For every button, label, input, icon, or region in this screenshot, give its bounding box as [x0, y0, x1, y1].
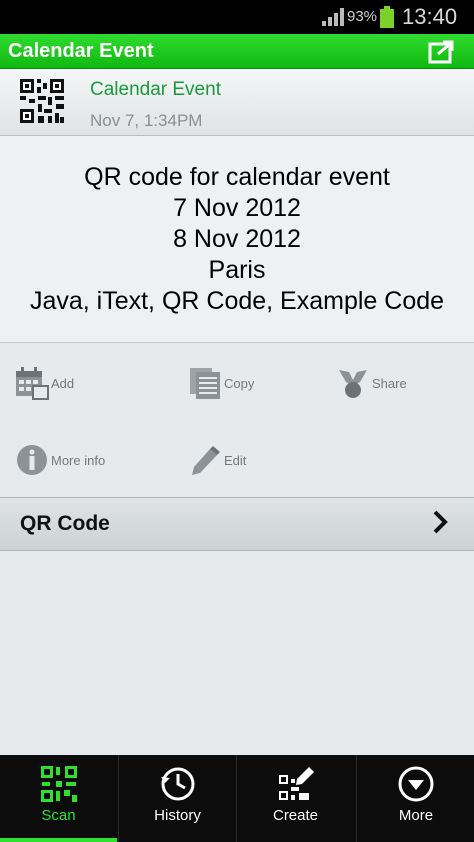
event-content: QR code for calendar event 7 Nov 2012 8 …	[0, 136, 474, 343]
nav-history[interactable]: History	[118, 755, 236, 842]
nav-scan[interactable]: Scan	[0, 755, 117, 842]
event-line: 7 Nov 2012	[173, 194, 301, 222]
event-line: Paris	[208, 256, 266, 284]
status-bar: 93% 13:40	[0, 0, 474, 34]
event-timestamp: Nov 7, 1:34PM	[90, 111, 203, 130]
qr-code-icon	[20, 79, 64, 123]
bottom-nav: Scan History Create More	[0, 755, 474, 842]
history-clock-icon	[161, 767, 195, 801]
share-icon	[339, 370, 367, 398]
clock: 13:40	[402, 4, 458, 29]
add-button[interactable]: Add	[15, 363, 74, 403]
nav-history-label: History	[154, 807, 201, 824]
chevron-right-icon	[433, 510, 448, 534]
pencil-icon	[192, 446, 220, 475]
share-label: Share	[372, 375, 407, 391]
more-info-label: More info	[51, 452, 106, 468]
nav-more-label: More	[398, 807, 434, 824]
nav-more[interactable]: More	[356, 755, 474, 842]
more-info-button[interactable]: More info	[15, 440, 105, 480]
signal-icon	[322, 8, 344, 26]
actions-panel: Add Copy Share More info Edit	[0, 343, 474, 497]
event-line: 8 Nov 2012	[173, 225, 301, 253]
nav-create-label: Create	[272, 807, 319, 824]
qr-code-label: QR Code	[20, 512, 110, 535]
copy-button[interactable]: Copy	[188, 363, 254, 403]
event-line: Java, iText, QR Code, Example Code	[29, 287, 445, 315]
calendar-add-icon	[16, 367, 49, 400]
nav-create[interactable]: Create	[236, 755, 354, 842]
qr-code-row[interactable]: QR Code	[0, 497, 474, 551]
create-qr-icon	[279, 767, 314, 800]
battery-percent: 93%	[347, 8, 378, 25]
title-bar: Calendar Event	[0, 34, 474, 69]
scan-qr-icon	[41, 766, 77, 802]
copy-label: Copy	[224, 375, 255, 391]
active-indicator	[0, 838, 117, 842]
more-dropdown-icon	[398, 766, 434, 802]
event-text: QR code for calendar event 7 Nov 2012 8 …	[0, 162, 474, 317]
event-line: QR code for calendar event	[84, 163, 390, 191]
event-header: Calendar Event Nov 7, 1:34PM	[0, 69, 474, 136]
share-button[interactable]: Share	[336, 363, 407, 403]
share-export-icon[interactable]	[428, 38, 456, 64]
add-label: Add	[51, 375, 75, 391]
edit-label: Edit	[224, 452, 247, 468]
event-type: Calendar Event	[90, 79, 221, 100]
battery-icon	[380, 6, 394, 28]
copy-icon	[190, 368, 220, 399]
nav-scan-label: Scan	[41, 807, 76, 824]
edit-button[interactable]: Edit	[188, 440, 246, 480]
page-title: Calendar Event	[8, 40, 154, 62]
info-icon	[17, 445, 47, 475]
